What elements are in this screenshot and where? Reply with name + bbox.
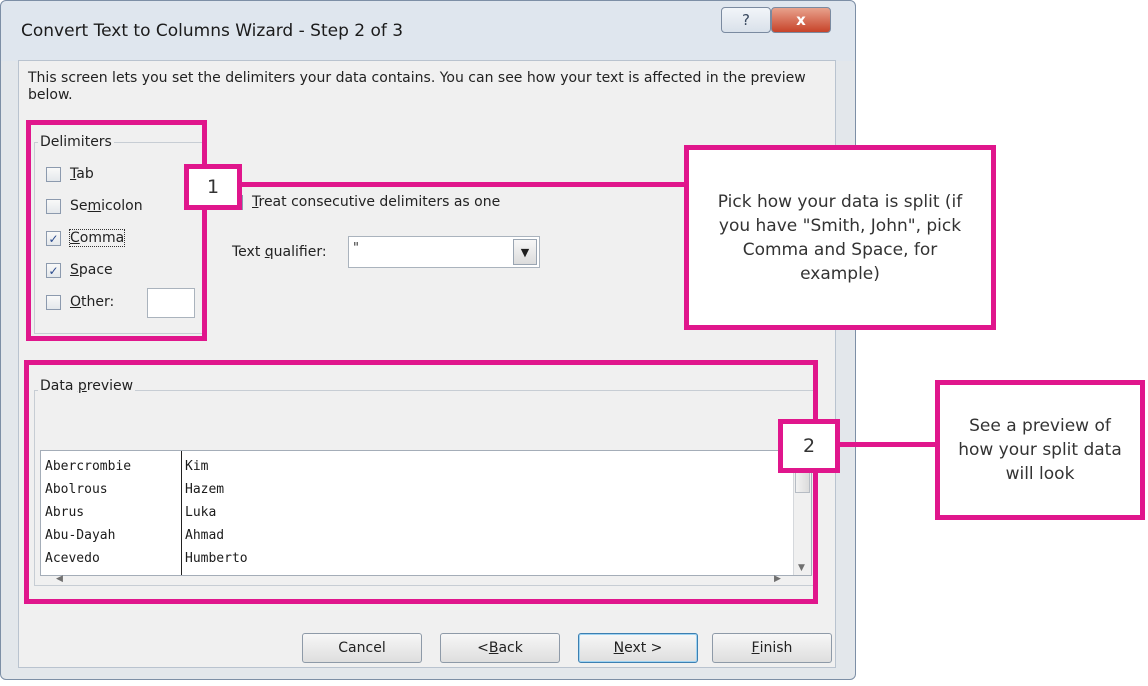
delimiters-highlight [26,120,207,341]
callout-1-badge: 1 [184,164,242,210]
close-button[interactable]: x [771,7,831,33]
next-button[interactable]: Next > [578,633,698,663]
consecutive-label: Treat consecutive delimiters as one [252,194,501,210]
callout-1-text: Pick how your data is split (if you have… [684,145,996,330]
text-qualifier-label: Text qualifier: [232,244,327,260]
close-icon: x [796,11,806,29]
help-icon: ? [742,11,750,29]
finish-button[interactable]: Finish [712,633,832,663]
back-button[interactable]: < Back [440,633,560,663]
cancel-button[interactable]: Cancel [302,633,422,663]
intro-text: This screen lets you set the delimiters … [28,70,806,103]
text-qualifier-value: " [353,241,359,256]
window-title: Convert Text to Columns Wizard - Step 2 … [21,21,404,41]
text-qualifier-select[interactable]: " ▼ [348,236,540,268]
help-button[interactable]: ? [721,7,771,33]
callout-2-text: See a preview of how your split data wil… [935,380,1145,520]
chevron-down-icon[interactable]: ▼ [513,239,537,265]
callout-1-connector [240,182,686,187]
callout-2-connector [838,442,938,447]
preview-highlight [24,360,818,604]
callout-2-badge: 2 [778,419,840,473]
